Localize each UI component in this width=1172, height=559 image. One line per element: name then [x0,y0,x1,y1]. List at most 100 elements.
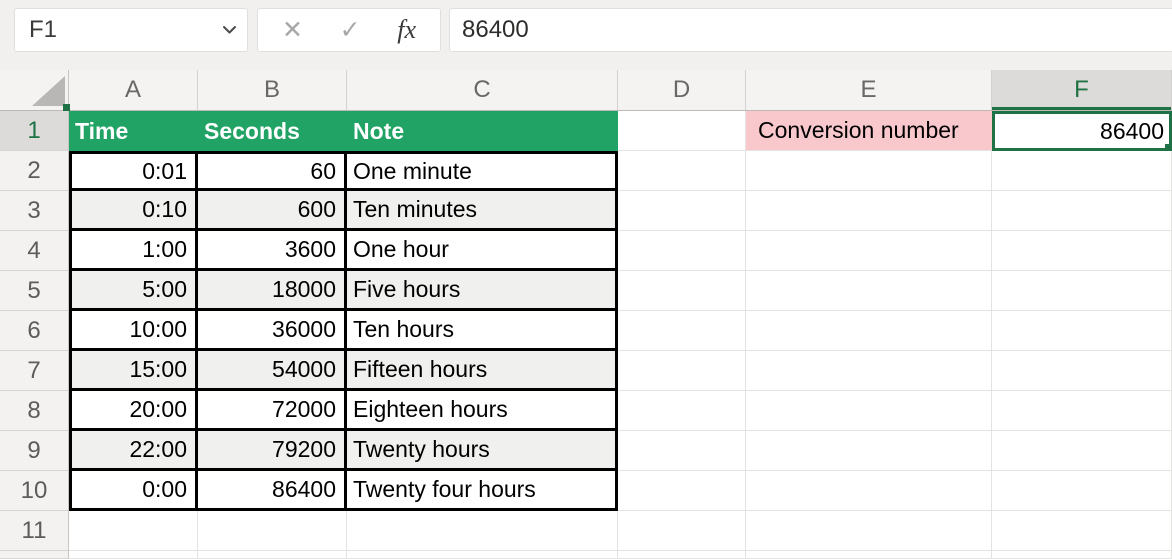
cell-f3[interactable] [992,191,1172,231]
formula-value: 86400 [462,16,529,43]
cell-b8[interactable]: 72000 [198,391,347,431]
cell-e5[interactable] [746,271,992,311]
cell-d1[interactable] [618,111,746,151]
cell-a8[interactable]: 20:00 [69,391,198,431]
cell-d6[interactable] [618,311,746,351]
cell-e8[interactable] [746,391,992,431]
cell-a5[interactable]: 5:00 [69,271,198,311]
cell-c10[interactable]: Twenty four hours [347,471,618,511]
row-header-7[interactable]: 7 [0,351,69,391]
cell-a11[interactable] [69,511,198,551]
cell-a10[interactable]: 0:00 [69,471,198,511]
cell-d4[interactable] [618,231,746,271]
sheet-row-3: 3 0:10 600 Ten minutes [0,191,1172,231]
cell-c11[interactable] [347,511,618,551]
cell-f4[interactable] [992,231,1172,271]
cell-f7[interactable] [992,351,1172,391]
cell-e3[interactable] [746,191,992,231]
cell-b5[interactable]: 18000 [198,271,347,311]
cell-c4[interactable]: One hour [347,231,618,271]
cancel-icon[interactable]: ✕ [282,17,303,43]
cell-c6[interactable]: Ten hours [347,311,618,351]
cell-d10[interactable] [618,471,746,511]
cell-b9[interactable]: 79200 [198,431,347,471]
cell-e9[interactable] [746,431,992,471]
cell-a4[interactable]: 1:00 [69,231,198,271]
cell-a2[interactable]: 0:01 [69,151,198,191]
sheet-row-7: 7 15:00 54000 Fifteen hours [0,351,1172,391]
sheet-row-5: 5 5:00 18000 Five hours [0,271,1172,311]
formula-input[interactable]: 86400 [449,8,1172,52]
name-box[interactable]: F1 [14,8,248,52]
column-header-f-selected[interactable]: F [992,70,1172,110]
row-header-5[interactable]: 5 [0,271,69,311]
cell-b4[interactable]: 3600 [198,231,347,271]
sheet-row-6: 6 10:00 36000 Ten hours [0,311,1172,351]
column-header-e[interactable]: E [746,70,992,110]
cell-b3[interactable]: 600 [198,191,347,231]
row-header-2[interactable]: 2 [0,151,69,191]
cell-d8[interactable] [618,391,746,431]
cell-e11[interactable] [746,511,992,551]
row-header-1[interactable]: 1 [0,111,69,151]
row-header-9[interactable]: 9 [0,431,69,471]
column-header-b[interactable]: B [198,70,347,110]
cell-f9[interactable] [992,431,1172,471]
cell-f5[interactable] [992,271,1172,311]
cell-e2[interactable] [746,151,992,191]
cell-c7[interactable]: Fifteen hours [347,351,618,391]
cell-c8[interactable]: Eighteen hours [347,391,618,431]
cell-b10[interactable]: 86400 [198,471,347,511]
cell-a9[interactable]: 22:00 [69,431,198,471]
select-all-corner[interactable] [0,70,70,111]
cell-b1[interactable]: Seconds [198,111,347,151]
cell-f11[interactable] [992,511,1172,551]
sheet-grid: 1 Time Seconds Note Conversion number 86… [0,111,1172,559]
formula-buttons: ✕ ✓ fx [257,8,441,52]
cell-a7[interactable]: 15:00 [69,351,198,391]
row-header-3[interactable]: 3 [0,191,69,231]
sheet-row-1: 1 Time Seconds Note Conversion number 86… [0,111,1172,151]
column-header-c[interactable]: C [347,70,618,110]
cell-b11[interactable] [198,511,347,551]
cell-f1-selected[interactable]: 86400 [992,111,1172,151]
cell-d2[interactable] [618,151,746,191]
cell-a1[interactable]: Time [69,111,198,151]
sheet-row-2: 2 0:01 60 One minute [0,151,1172,191]
cell-f2[interactable] [992,151,1172,191]
row-header-4[interactable]: 4 [0,231,69,271]
cell-e7[interactable] [746,351,992,391]
cell-c9[interactable]: Twenty hours [347,431,618,471]
cell-a3[interactable]: 0:10 [69,191,198,231]
row-header-8[interactable]: 8 [0,391,69,431]
cell-f8[interactable] [992,391,1172,431]
cell-c3[interactable]: Ten minutes [347,191,618,231]
cell-f6[interactable] [992,311,1172,351]
fill-handle[interactable] [1164,143,1169,148]
cell-b6[interactable]: 36000 [198,311,347,351]
row-header-6[interactable]: 6 [0,311,69,351]
cell-e10[interactable] [746,471,992,511]
cell-d7[interactable] [618,351,746,391]
cell-c5[interactable]: Five hours [347,271,618,311]
cell-b7[interactable]: 54000 [198,351,347,391]
cell-d11[interactable] [618,511,746,551]
cell-e1[interactable]: Conversion number [746,111,992,151]
column-header-d[interactable]: D [618,70,746,110]
column-header-a[interactable]: A [69,70,198,110]
cell-d9[interactable] [618,431,746,471]
cell-f10[interactable] [992,471,1172,511]
cell-e6[interactable] [746,311,992,351]
cell-c1[interactable]: Note [347,111,618,151]
cell-d5[interactable] [618,271,746,311]
row-header-10[interactable]: 10 [0,471,69,511]
cell-c2[interactable]: One minute [347,151,618,191]
row-header-11[interactable]: 11 [0,511,69,551]
insert-function-icon[interactable]: fx [397,15,416,45]
cell-d3[interactable] [618,191,746,231]
chevron-down-icon[interactable] [222,25,237,35]
cell-a6[interactable]: 10:00 [69,311,198,351]
enter-icon[interactable]: ✓ [340,17,361,43]
cell-b2[interactable]: 60 [198,151,347,191]
cell-e4[interactable] [746,231,992,271]
